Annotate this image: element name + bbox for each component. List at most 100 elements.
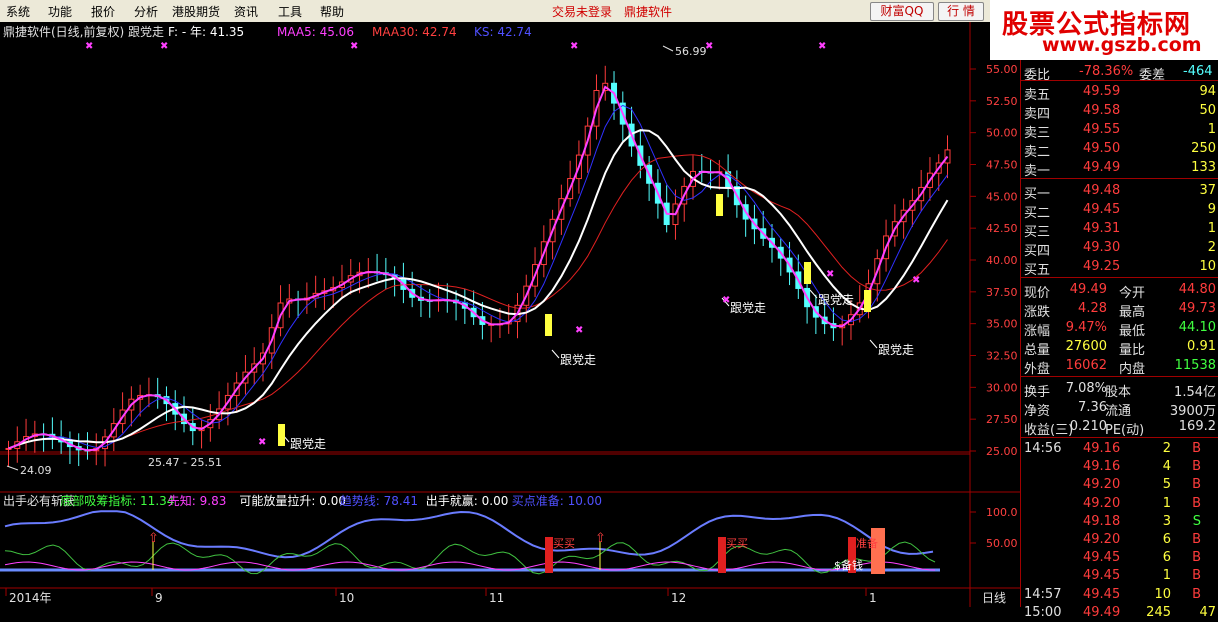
tick-row-9: 15:00 49.49 245 47 — [1021, 604, 1218, 622]
y-tick-8: 35.00 — [986, 318, 1018, 331]
sub-indicator-5: 出手就赢: 0.00 — [426, 493, 509, 508]
y-tick-11: 27.50 — [986, 413, 1018, 426]
caifu-qq-button[interactable]: 财富QQ — [870, 2, 934, 21]
signal-label-2: 跟党走 — [730, 300, 766, 315]
panel-text: 9.47% — [1065, 320, 1107, 335]
panel-text: 169.2 — [1178, 419, 1216, 434]
panel-text: 7.08% — [1065, 381, 1107, 396]
panel-text: 4 — [1162, 459, 1171, 475]
panel-text: 49.45 — [1083, 568, 1121, 584]
x-marker-2: ✖ — [722, 295, 730, 306]
panel-text: 49.30 — [1083, 240, 1121, 255]
panel-text: 内盘 — [1119, 362, 1146, 377]
y-tick-0: 55.00 — [986, 63, 1018, 76]
panel-text: 49.59 — [1083, 84, 1121, 99]
menu-help[interactable]: 帮助 — [320, 3, 344, 20]
y-tick-12: 25.00 — [986, 445, 1018, 458]
signal-label-0: 跟党走 — [290, 436, 326, 451]
tick-row-4: 49.18 3 S — [1021, 513, 1218, 531]
ask-row-3: 卖二 49.50 250 — [1021, 139, 1218, 160]
panel-text: 16062 — [1065, 358, 1107, 373]
y-tick-7: 37.50 — [986, 286, 1018, 299]
trade-status: 交易未登录 — [552, 5, 613, 19]
panel-text: 49.48 — [1083, 183, 1121, 198]
panel-text: 收益(三) — [1024, 423, 1074, 438]
panel-text: 49.20 — [1083, 495, 1121, 511]
signal-label-3: 跟党走 — [818, 292, 854, 307]
panel-text: 7.36 — [1078, 400, 1107, 415]
chart-title: 鼎捷软件(日线,前复权) 跟党走 — [3, 24, 164, 39]
sub-y-tick-50: 50.00 — [986, 537, 1018, 550]
panel-text: 133 — [1191, 160, 1216, 175]
panel-text: 49.49 — [1083, 604, 1121, 620]
y-tick-5: 42.50 — [986, 222, 1018, 235]
panel-text: 2 — [1162, 441, 1171, 456]
signal-bar-1 — [545, 314, 552, 336]
panel-text: PE(动) — [1105, 423, 1145, 438]
y-tick-10: 30.00 — [986, 381, 1018, 394]
panel-text: 6 — [1162, 550, 1171, 566]
panel-text: 37 — [1199, 183, 1216, 198]
panel-text: 49.16 — [1083, 459, 1121, 475]
main-indicator-2: MAA30: 42.74 — [372, 25, 457, 39]
menu-function[interactable]: 功能 — [48, 3, 72, 20]
menu-hk-futures[interactable]: 港股期货 — [172, 3, 220, 20]
signal-bar-0 — [278, 424, 285, 446]
panel-text: 49.49 — [1083, 160, 1121, 175]
menu-quote[interactable]: 报价 — [91, 3, 115, 20]
panel-text: -464 — [1183, 64, 1213, 79]
panel-text: 1 — [1162, 495, 1171, 511]
menu-tools[interactable]: 工具 — [278, 3, 302, 20]
tick-row-0: 14:56 49.16 2 B — [1021, 440, 1218, 458]
bid-row-2: 买三 49.31 1 — [1021, 219, 1218, 240]
logo-url: www.gszb.com — [1042, 34, 1202, 56]
period-label[interactable]: 日线 — [982, 591, 1006, 605]
x-label-2: 10 — [339, 591, 354, 605]
kline-chart[interactable]: 鼎捷软件(日线,前复权) 跟党走 F: - 年: 41.35 MAA5: 45.0… — [0, 22, 1020, 607]
tick-row-3: 49.20 1 B — [1021, 495, 1218, 513]
buy-bar-1 — [718, 537, 726, 573]
buy-bar-0 — [545, 537, 553, 573]
signal-label-4: 跟党走 — [878, 342, 914, 357]
stat-row-0: 现价 49.49 今开 44.80 — [1021, 280, 1218, 301]
panel-text: 14:57 — [1024, 586, 1062, 602]
tick-row-5: 49.20 6 B — [1021, 531, 1218, 549]
tick-row-2: 49.20 5 B — [1021, 476, 1218, 494]
stat-row-1: 涨跌 4.28 最高 49.73 — [1021, 299, 1218, 320]
panel-text: 94 — [1199, 84, 1216, 99]
panel-text: 3 — [1162, 513, 1171, 529]
sub-indicator-4: 趋势线: 78.41 — [340, 494, 418, 508]
menu-analysis[interactable]: 分析 — [134, 3, 158, 20]
panel-text: 0.210 — [1069, 419, 1107, 434]
main-indicator-0: F: - 年: 41.35 — [168, 25, 244, 39]
x-label-1: 9 — [155, 591, 163, 605]
tick-row-1: 49.16 4 B — [1021, 458, 1218, 476]
stat-row-2: 涨幅 9.47% 最低 44.10 — [1021, 318, 1218, 339]
panel-text: B — [1192, 495, 1201, 511]
panel-text: 49.50 — [1083, 141, 1121, 156]
sub-indicator-2: 先知: 9.83 — [168, 494, 227, 508]
info-row-1: 净资 7.36 流通 3900万 — [1021, 398, 1218, 419]
menu-system[interactable]: 系统 — [6, 3, 30, 20]
hangqing-button[interactable]: 行 情 — [938, 2, 984, 21]
menu-news[interactable]: 资讯 — [234, 3, 258, 20]
y-tick-4: 45.00 — [986, 190, 1018, 203]
panel-text: 47 — [1199, 604, 1216, 620]
main-indicator-1: MAA5: 45.06 — [277, 25, 354, 39]
info-row-0: 换手 7.08% 股本 1.54亿 — [1021, 379, 1218, 400]
panel-text: B — [1192, 568, 1201, 584]
sub-indicator-legend: 出手必有斩获底部吸筹指标: 11.34先知: 9.83 可能放量拉升: 0.00趋… — [3, 493, 602, 508]
x-marker-6: ✖ — [160, 41, 168, 52]
panel-text: 49.16 — [1083, 441, 1121, 456]
x-label-4: 12 — [671, 591, 686, 605]
panel-text: 1 — [1207, 122, 1216, 137]
signal-bar-2 — [716, 194, 723, 216]
main-indicator-legend: F: - 年: 41.35 MAA5: 45.06 MAA30: 42.74 KS: … — [168, 25, 532, 39]
signal-bar-3 — [804, 262, 811, 284]
ask-row-1: 卖四 49.58 50 — [1021, 101, 1218, 122]
panel-text: 5 — [1162, 477, 1171, 493]
sub-indicator-1: 底部吸筹指标: 11.34 — [60, 493, 174, 508]
candle-body — [944, 149, 951, 164]
panel-text: 245 — [1146, 604, 1171, 620]
panel-text: 6 — [1162, 532, 1171, 547]
